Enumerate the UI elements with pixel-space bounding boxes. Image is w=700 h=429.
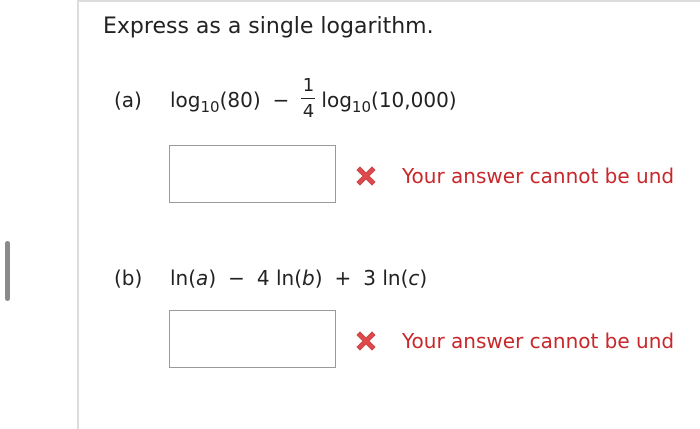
log-argument-1: (80) xyxy=(219,88,261,112)
part-label-a: (a) xyxy=(114,88,142,112)
log-base-2: 10 xyxy=(351,98,372,116)
fraction-denominator: 4 xyxy=(302,101,315,123)
feedback-a: Your answer cannot be und xyxy=(352,162,674,190)
minus-operator-b: − xyxy=(228,266,245,290)
fraction-bar xyxy=(301,97,316,100)
x-mark-icon xyxy=(356,166,376,186)
problem-a-expression: (a) log 10 (80) − 1 4 log 10 (10,000) xyxy=(114,70,457,130)
ln-term-3-coef: 3 ln( xyxy=(363,266,409,290)
ln-term-1-close: ) xyxy=(208,266,217,290)
fraction: 1 4 xyxy=(301,74,316,123)
ln-term-2-var: b xyxy=(302,266,315,290)
fraction-numerator: 1 xyxy=(302,74,315,96)
ln-term-1-fn: ln( xyxy=(170,266,197,290)
log-function-1: log xyxy=(170,88,201,112)
answer-input-a[interactable] xyxy=(169,145,336,203)
problem-b-expression: (b) ln(a) − 4 ln(b) + 3 ln(c) xyxy=(114,262,427,294)
log-function-2: log xyxy=(321,88,352,112)
ln-term-1-var: a xyxy=(196,266,209,290)
log-argument-2: (10,000) xyxy=(371,88,457,112)
top-divider xyxy=(78,0,700,2)
instruction-text: Express as a single logarithm. xyxy=(103,14,434,39)
feedback-message-b: Your answer cannot be und xyxy=(402,329,675,353)
plus-operator-b: + xyxy=(334,266,352,290)
scrollbar-thumb[interactable] xyxy=(5,241,10,301)
ln-term-2-close: ) xyxy=(314,266,323,290)
part-label-b: (b) xyxy=(114,266,143,290)
feedback-message-a: Your answer cannot be und xyxy=(402,164,675,188)
minus-operator: − xyxy=(272,88,290,112)
left-divider xyxy=(77,0,79,429)
feedback-b: Your answer cannot be und xyxy=(352,327,674,355)
answer-input-b[interactable] xyxy=(169,310,336,368)
ln-term-3-close: ) xyxy=(419,266,428,290)
ln-term-2-coef: 4 ln( xyxy=(256,266,303,290)
problem-page: Express as a single logarithm. (a) log 10… xyxy=(0,0,700,429)
ln-term-3-var: c xyxy=(408,266,420,290)
x-mark-icon xyxy=(356,331,376,351)
log-base-1: 10 xyxy=(200,98,220,116)
